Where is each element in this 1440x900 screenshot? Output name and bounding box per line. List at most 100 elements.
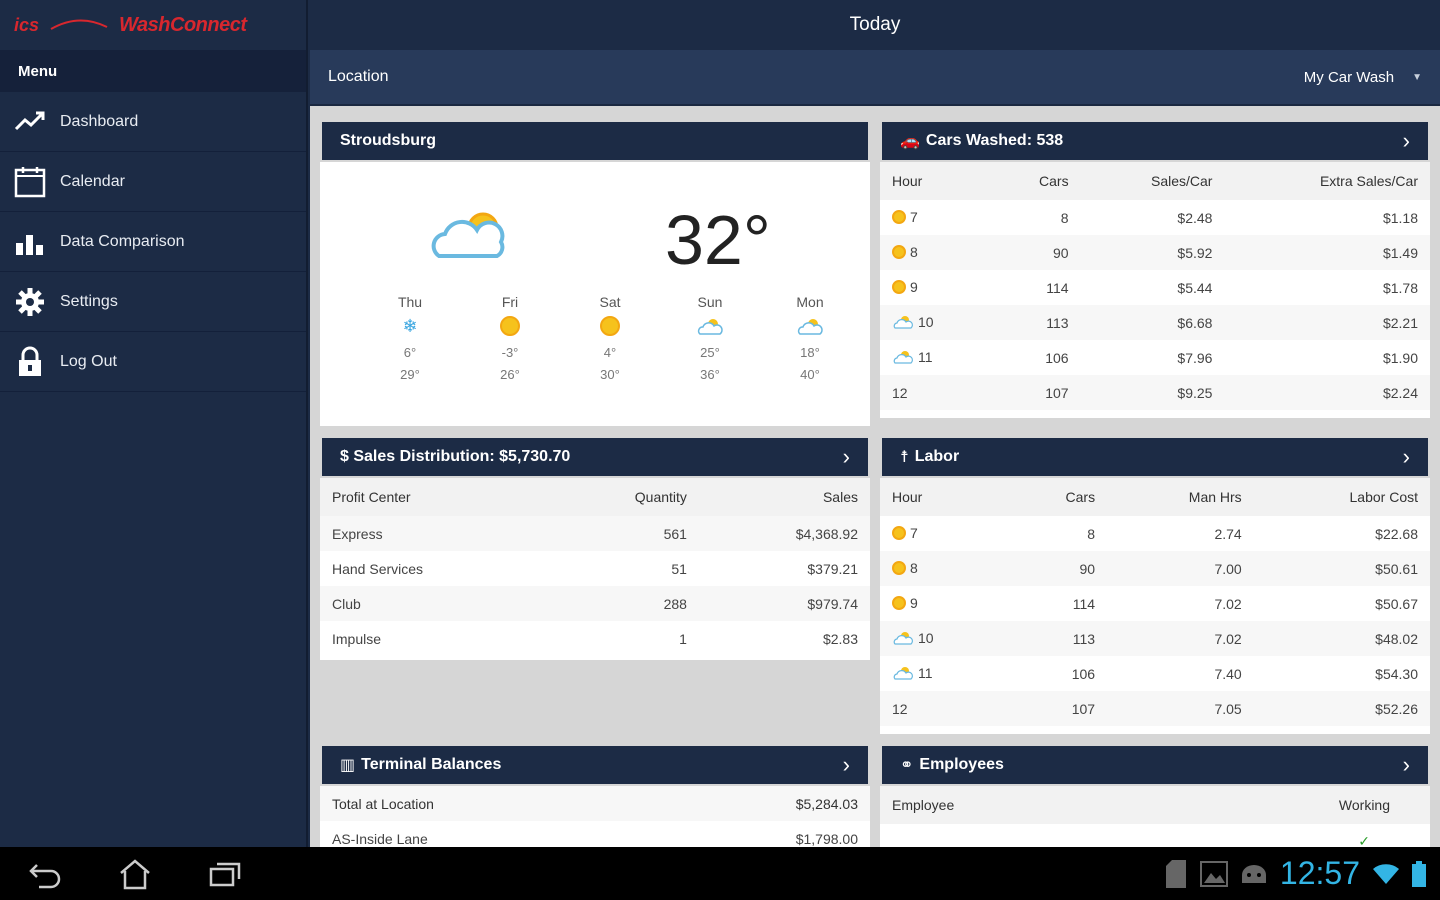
employee-cell bbox=[880, 824, 1131, 847]
home-button[interactable] bbox=[90, 858, 180, 890]
sales-distribution-card: $ Sales Distribution: $5,730.70 › Profit… bbox=[320, 436, 870, 660]
weather-city: Stroudsburg bbox=[340, 132, 436, 149]
weather-card-header: Stroudsburg bbox=[320, 120, 870, 162]
column-header: Hour bbox=[880, 162, 991, 200]
sidebar-item-dashboard[interactable]: Dashboard bbox=[0, 92, 306, 152]
sidebar-item-label: Data Comparison bbox=[60, 232, 185, 250]
cars-washed-table: Hour Cars Sales/Car Extra Sales/Car 7 8 … bbox=[880, 162, 1430, 410]
dropdown-caret-icon[interactable]: ▼ bbox=[1412, 72, 1422, 83]
table-row: 9 114 7.02 $50.67 bbox=[880, 586, 1430, 621]
extra-cell: $2.21 bbox=[1224, 305, 1430, 340]
status-clock: 12:57 bbox=[1279, 855, 1360, 891]
sales-distribution-table: Profit Center Quantity Sales Express 561… bbox=[320, 478, 870, 656]
forecast-low: 4° bbox=[603, 345, 617, 360]
extra-cell: $1.78 bbox=[1382, 279, 1418, 296]
partly-cloudy-icon bbox=[893, 631, 913, 645]
hour-cell: 11 bbox=[918, 664, 933, 681]
hour-cell: 8 bbox=[910, 243, 918, 260]
man-hours-cell: 7.02 bbox=[1107, 621, 1254, 656]
quantity-cell: 561 bbox=[548, 516, 699, 551]
sidebar-item-label: Log Out bbox=[60, 352, 117, 370]
chevron-right-icon[interactable]: › bbox=[1403, 128, 1410, 154]
cars-cell: 114 bbox=[1046, 279, 1069, 296]
labor-cost-cell: $22.68 bbox=[1375, 525, 1418, 542]
cars-washed-header[interactable]: 🚗 Cars Washed: 538 › bbox=[880, 120, 1430, 162]
balance-value: $1,798.00 bbox=[795, 830, 858, 847]
column-header: Cars bbox=[1005, 478, 1108, 516]
sales-cell: $379.21 bbox=[807, 560, 858, 577]
man-hours-cell: 7.05 bbox=[1107, 691, 1254, 726]
chevron-right-icon[interactable]: › bbox=[1403, 444, 1410, 470]
table-row: 12 107 7.05 $52.26 bbox=[880, 691, 1430, 726]
terminal-balances-table: Total at Location $5,284.03 AS-Inside La… bbox=[320, 786, 870, 847]
sun-icon bbox=[460, 310, 560, 342]
forecast-day-label: Sat bbox=[599, 294, 621, 310]
column-header: Labor Cost bbox=[1253, 478, 1430, 516]
labor-title: Labor bbox=[914, 448, 960, 465]
forecast-high: 36° bbox=[700, 367, 720, 382]
recent-apps-button[interactable] bbox=[180, 859, 270, 889]
extra-cell: $2.24 bbox=[1224, 375, 1430, 410]
cars-cell: 107 bbox=[990, 375, 1081, 410]
sales-cell: $7.96 bbox=[1177, 349, 1213, 366]
chevron-right-icon[interactable]: › bbox=[1403, 752, 1410, 778]
cars-cell: 106 bbox=[1071, 665, 1096, 682]
back-icon bbox=[29, 863, 61, 888]
forecast-low: 6° bbox=[403, 345, 417, 360]
gear-icon bbox=[0, 285, 60, 319]
sidebar-item-label: Dashboard bbox=[60, 112, 139, 130]
sidebar-item-log-out[interactable]: Log Out bbox=[0, 332, 306, 392]
profit-center-cell: Hand Services bbox=[332, 560, 424, 577]
column-header: Man Hrs bbox=[1107, 478, 1254, 516]
labor-header[interactable]: ☨ Labor › bbox=[880, 436, 1430, 478]
sun-icon bbox=[560, 310, 660, 342]
sales-distribution-title: $ Sales Distribution: $5,730.70 bbox=[340, 448, 571, 465]
sales-cell: $2.48 bbox=[1177, 209, 1213, 226]
labor-cost-cell: $54.30 bbox=[1375, 665, 1418, 682]
hour-cell: 10 bbox=[918, 629, 934, 646]
employees-card: ⚭ Employees › Employee Working ✓ bbox=[880, 744, 1430, 847]
table-row: 8 90 7.00 $50.61 bbox=[880, 551, 1430, 586]
hour-cell: 12 bbox=[880, 375, 991, 410]
table-row: 12 107 $9.25 $2.24 bbox=[880, 375, 1430, 410]
table-row: 11 106 $7.96 $1.90 bbox=[880, 340, 1430, 375]
chevron-right-icon[interactable]: › bbox=[843, 444, 850, 470]
employees-header[interactable]: ⚭ Employees › bbox=[880, 744, 1430, 786]
calendar-icon bbox=[0, 165, 60, 199]
android-icon bbox=[1241, 864, 1266, 883]
cars-cell: 114 bbox=[1072, 595, 1096, 612]
column-header: Extra Sales/Car bbox=[1224, 162, 1430, 200]
employees-title: Employees bbox=[919, 756, 1004, 773]
location-label: Location bbox=[328, 68, 389, 85]
cars-washed-title: Cars Washed: 538 bbox=[925, 132, 1064, 149]
man-hours-cell: 7.40 bbox=[1214, 665, 1242, 682]
table-row: 11 106 7.40 $54.30 bbox=[880, 656, 1430, 691]
sidebar: ics WashConnect Menu Dashboard Calendar … bbox=[0, 0, 308, 847]
sales-distribution-header[interactable]: $ Sales Distribution: $5,730.70 › bbox=[320, 436, 870, 478]
sun-icon bbox=[892, 595, 906, 610]
home-icon bbox=[120, 858, 150, 889]
terminal-icon: ▥ bbox=[340, 757, 356, 774]
back-button[interactable] bbox=[0, 859, 90, 889]
sidebar-item-settings[interactable]: Settings bbox=[0, 272, 306, 332]
sidebar-item-data-comparison[interactable]: Data Comparison bbox=[0, 212, 306, 272]
forecast-high: 40° bbox=[800, 367, 820, 382]
forecast-high: 29° bbox=[400, 367, 420, 382]
sales-cell: $6.68 bbox=[1080, 305, 1225, 340]
chevron-right-icon[interactable]: › bbox=[843, 752, 850, 778]
forecast-high: 30° bbox=[600, 367, 620, 382]
sidebar-item-calendar[interactable]: Calendar bbox=[0, 152, 306, 212]
bar-chart-icon bbox=[0, 225, 60, 259]
partly-cloudy-icon bbox=[431, 212, 505, 258]
page-title: Today bbox=[310, 0, 1440, 50]
forecast-day-label: Mon bbox=[796, 294, 824, 310]
location-select[interactable]: My Car Wash bbox=[1304, 69, 1394, 86]
snow-icon: ❄ bbox=[402, 315, 418, 336]
forecast-day: Fri -3° 26° bbox=[460, 294, 560, 386]
weather-card: Stroudsburg 32° Thu ❄ 6° 29° Fri -3° 26°… bbox=[320, 120, 870, 426]
sidebar-item-label: Settings bbox=[60, 292, 118, 310]
sales-cell: $4,368.92 bbox=[698, 516, 870, 551]
employees-icon: ⚭ bbox=[900, 757, 914, 774]
column-header: Hour bbox=[880, 478, 1005, 516]
terminal-balances-header[interactable]: ▥ Terminal Balances › bbox=[320, 744, 870, 786]
